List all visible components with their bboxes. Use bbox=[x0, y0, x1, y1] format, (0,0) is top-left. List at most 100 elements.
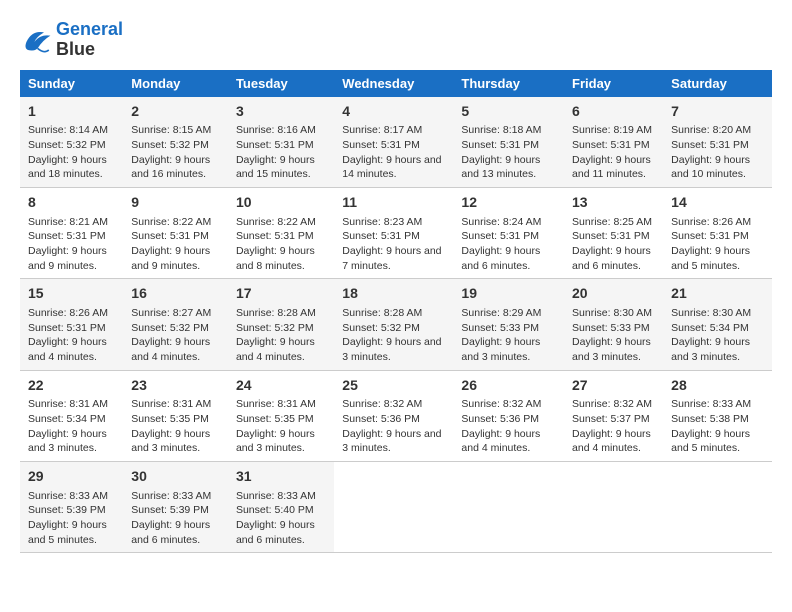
day-info: Sunrise: 8:31 AMSunset: 5:34 PMDaylight:… bbox=[28, 397, 115, 456]
day-info: Sunrise: 8:29 AMSunset: 5:33 PMDaylight:… bbox=[461, 306, 556, 365]
calendar-cell-day-10: 10Sunrise: 8:22 AMSunset: 5:31 PMDayligh… bbox=[228, 187, 334, 278]
day-info: Sunrise: 8:30 AMSunset: 5:33 PMDaylight:… bbox=[572, 306, 655, 365]
calendar-cell-day-20: 20Sunrise: 8:30 AMSunset: 5:33 PMDayligh… bbox=[564, 279, 663, 370]
calendar-cell-day-29: 29Sunrise: 8:33 AMSunset: 5:39 PMDayligh… bbox=[20, 461, 123, 552]
day-number: 26 bbox=[461, 376, 556, 396]
day-info: Sunrise: 8:23 AMSunset: 5:31 PMDaylight:… bbox=[342, 215, 445, 274]
calendar-row-1: 1Sunrise: 8:14 AMSunset: 5:32 PMDaylight… bbox=[20, 97, 772, 188]
calendar-cell-day-14: 14Sunrise: 8:26 AMSunset: 5:31 PMDayligh… bbox=[663, 187, 772, 278]
page-header: GeneralBlue bbox=[20, 20, 772, 60]
day-info: Sunrise: 8:33 AMSunset: 5:39 PMDaylight:… bbox=[131, 489, 220, 548]
day-number: 13 bbox=[572, 193, 655, 213]
day-info: Sunrise: 8:28 AMSunset: 5:32 PMDaylight:… bbox=[236, 306, 326, 365]
day-number: 20 bbox=[572, 284, 655, 304]
calendar-row-2: 8Sunrise: 8:21 AMSunset: 5:31 PMDaylight… bbox=[20, 187, 772, 278]
day-info: Sunrise: 8:22 AMSunset: 5:31 PMDaylight:… bbox=[131, 215, 220, 274]
day-number: 27 bbox=[572, 376, 655, 396]
day-info: Sunrise: 8:31 AMSunset: 5:35 PMDaylight:… bbox=[236, 397, 326, 456]
calendar-row-5: 29Sunrise: 8:33 AMSunset: 5:39 PMDayligh… bbox=[20, 461, 772, 552]
day-info: Sunrise: 8:15 AMSunset: 5:32 PMDaylight:… bbox=[131, 123, 220, 182]
calendar-cell-day-15: 15Sunrise: 8:26 AMSunset: 5:31 PMDayligh… bbox=[20, 279, 123, 370]
calendar-cell-day-8: 8Sunrise: 8:21 AMSunset: 5:31 PMDaylight… bbox=[20, 187, 123, 278]
day-number: 14 bbox=[671, 193, 764, 213]
day-number: 11 bbox=[342, 193, 445, 213]
day-info: Sunrise: 8:17 AMSunset: 5:31 PMDaylight:… bbox=[342, 123, 445, 182]
calendar-row-3: 15Sunrise: 8:26 AMSunset: 5:31 PMDayligh… bbox=[20, 279, 772, 370]
day-info: Sunrise: 8:30 AMSunset: 5:34 PMDaylight:… bbox=[671, 306, 764, 365]
header-wednesday: Wednesday bbox=[334, 70, 453, 97]
day-number: 2 bbox=[131, 102, 220, 122]
day-info: Sunrise: 8:24 AMSunset: 5:31 PMDaylight:… bbox=[461, 215, 556, 274]
calendar-cell-day-31: 31Sunrise: 8:33 AMSunset: 5:40 PMDayligh… bbox=[228, 461, 334, 552]
day-info: Sunrise: 8:18 AMSunset: 5:31 PMDaylight:… bbox=[461, 123, 556, 182]
calendar-cell-day-3: 3Sunrise: 8:16 AMSunset: 5:31 PMDaylight… bbox=[228, 97, 334, 188]
day-number: 1 bbox=[28, 102, 115, 122]
calendar-cell-day-22: 22Sunrise: 8:31 AMSunset: 5:34 PMDayligh… bbox=[20, 370, 123, 461]
day-info: Sunrise: 8:32 AMSunset: 5:36 PMDaylight:… bbox=[342, 397, 445, 456]
calendar-cell-day-17: 17Sunrise: 8:28 AMSunset: 5:32 PMDayligh… bbox=[228, 279, 334, 370]
header-monday: Monday bbox=[123, 70, 228, 97]
calendar-cell-day-11: 11Sunrise: 8:23 AMSunset: 5:31 PMDayligh… bbox=[334, 187, 453, 278]
day-number: 21 bbox=[671, 284, 764, 304]
day-info: Sunrise: 8:26 AMSunset: 5:31 PMDaylight:… bbox=[671, 215, 764, 274]
calendar-cell-day-2: 2Sunrise: 8:15 AMSunset: 5:32 PMDaylight… bbox=[123, 97, 228, 188]
calendar-cell-day-12: 12Sunrise: 8:24 AMSunset: 5:31 PMDayligh… bbox=[453, 187, 564, 278]
day-number: 3 bbox=[236, 102, 326, 122]
calendar-cell-day-26: 26Sunrise: 8:32 AMSunset: 5:36 PMDayligh… bbox=[453, 370, 564, 461]
day-info: Sunrise: 8:20 AMSunset: 5:31 PMDaylight:… bbox=[671, 123, 764, 182]
calendar-cell-day-19: 19Sunrise: 8:29 AMSunset: 5:33 PMDayligh… bbox=[453, 279, 564, 370]
day-info: Sunrise: 8:14 AMSunset: 5:32 PMDaylight:… bbox=[28, 123, 115, 182]
day-number: 25 bbox=[342, 376, 445, 396]
calendar-cell-day-27: 27Sunrise: 8:32 AMSunset: 5:37 PMDayligh… bbox=[564, 370, 663, 461]
calendar-cell-empty bbox=[663, 461, 772, 552]
day-number: 29 bbox=[28, 467, 115, 487]
day-info: Sunrise: 8:33 AMSunset: 5:38 PMDaylight:… bbox=[671, 397, 764, 456]
day-number: 31 bbox=[236, 467, 326, 487]
day-number: 18 bbox=[342, 284, 445, 304]
day-number: 17 bbox=[236, 284, 326, 304]
logo-text: GeneralBlue bbox=[56, 20, 123, 60]
day-number: 4 bbox=[342, 102, 445, 122]
day-info: Sunrise: 8:25 AMSunset: 5:31 PMDaylight:… bbox=[572, 215, 655, 274]
calendar-cell-day-21: 21Sunrise: 8:30 AMSunset: 5:34 PMDayligh… bbox=[663, 279, 772, 370]
day-number: 8 bbox=[28, 193, 115, 213]
calendar-cell-day-30: 30Sunrise: 8:33 AMSunset: 5:39 PMDayligh… bbox=[123, 461, 228, 552]
header-thursday: Thursday bbox=[453, 70, 564, 97]
calendar-cell-empty bbox=[564, 461, 663, 552]
day-info: Sunrise: 8:16 AMSunset: 5:31 PMDaylight:… bbox=[236, 123, 326, 182]
day-info: Sunrise: 8:33 AMSunset: 5:40 PMDaylight:… bbox=[236, 489, 326, 548]
day-number: 7 bbox=[671, 102, 764, 122]
calendar-cell-day-7: 7Sunrise: 8:20 AMSunset: 5:31 PMDaylight… bbox=[663, 97, 772, 188]
calendar-cell-day-9: 9Sunrise: 8:22 AMSunset: 5:31 PMDaylight… bbox=[123, 187, 228, 278]
calendar-cell-empty bbox=[453, 461, 564, 552]
day-info: Sunrise: 8:19 AMSunset: 5:31 PMDaylight:… bbox=[572, 123, 655, 182]
day-info: Sunrise: 8:22 AMSunset: 5:31 PMDaylight:… bbox=[236, 215, 326, 274]
calendar-cell-day-4: 4Sunrise: 8:17 AMSunset: 5:31 PMDaylight… bbox=[334, 97, 453, 188]
day-number: 6 bbox=[572, 102, 655, 122]
day-info: Sunrise: 8:28 AMSunset: 5:32 PMDaylight:… bbox=[342, 306, 445, 365]
day-info: Sunrise: 8:26 AMSunset: 5:31 PMDaylight:… bbox=[28, 306, 115, 365]
calendar-cell-day-6: 6Sunrise: 8:19 AMSunset: 5:31 PMDaylight… bbox=[564, 97, 663, 188]
calendar-cell-day-13: 13Sunrise: 8:25 AMSunset: 5:31 PMDayligh… bbox=[564, 187, 663, 278]
header-saturday: Saturday bbox=[663, 70, 772, 97]
logo-icon bbox=[20, 26, 52, 54]
day-info: Sunrise: 8:31 AMSunset: 5:35 PMDaylight:… bbox=[131, 397, 220, 456]
header-sunday: Sunday bbox=[20, 70, 123, 97]
calendar-cell-day-24: 24Sunrise: 8:31 AMSunset: 5:35 PMDayligh… bbox=[228, 370, 334, 461]
day-number: 5 bbox=[461, 102, 556, 122]
day-info: Sunrise: 8:33 AMSunset: 5:39 PMDaylight:… bbox=[28, 489, 115, 548]
calendar-cell-day-28: 28Sunrise: 8:33 AMSunset: 5:38 PMDayligh… bbox=[663, 370, 772, 461]
day-number: 10 bbox=[236, 193, 326, 213]
day-info: Sunrise: 8:21 AMSunset: 5:31 PMDaylight:… bbox=[28, 215, 115, 274]
calendar-cell-day-18: 18Sunrise: 8:28 AMSunset: 5:32 PMDayligh… bbox=[334, 279, 453, 370]
calendar-cell-day-1: 1Sunrise: 8:14 AMSunset: 5:32 PMDaylight… bbox=[20, 97, 123, 188]
header-friday: Friday bbox=[564, 70, 663, 97]
day-number: 15 bbox=[28, 284, 115, 304]
day-number: 23 bbox=[131, 376, 220, 396]
day-number: 30 bbox=[131, 467, 220, 487]
day-number: 16 bbox=[131, 284, 220, 304]
calendar-cell-day-25: 25Sunrise: 8:32 AMSunset: 5:36 PMDayligh… bbox=[334, 370, 453, 461]
header-tuesday: Tuesday bbox=[228, 70, 334, 97]
logo: GeneralBlue bbox=[20, 20, 123, 60]
day-info: Sunrise: 8:32 AMSunset: 5:37 PMDaylight:… bbox=[572, 397, 655, 456]
